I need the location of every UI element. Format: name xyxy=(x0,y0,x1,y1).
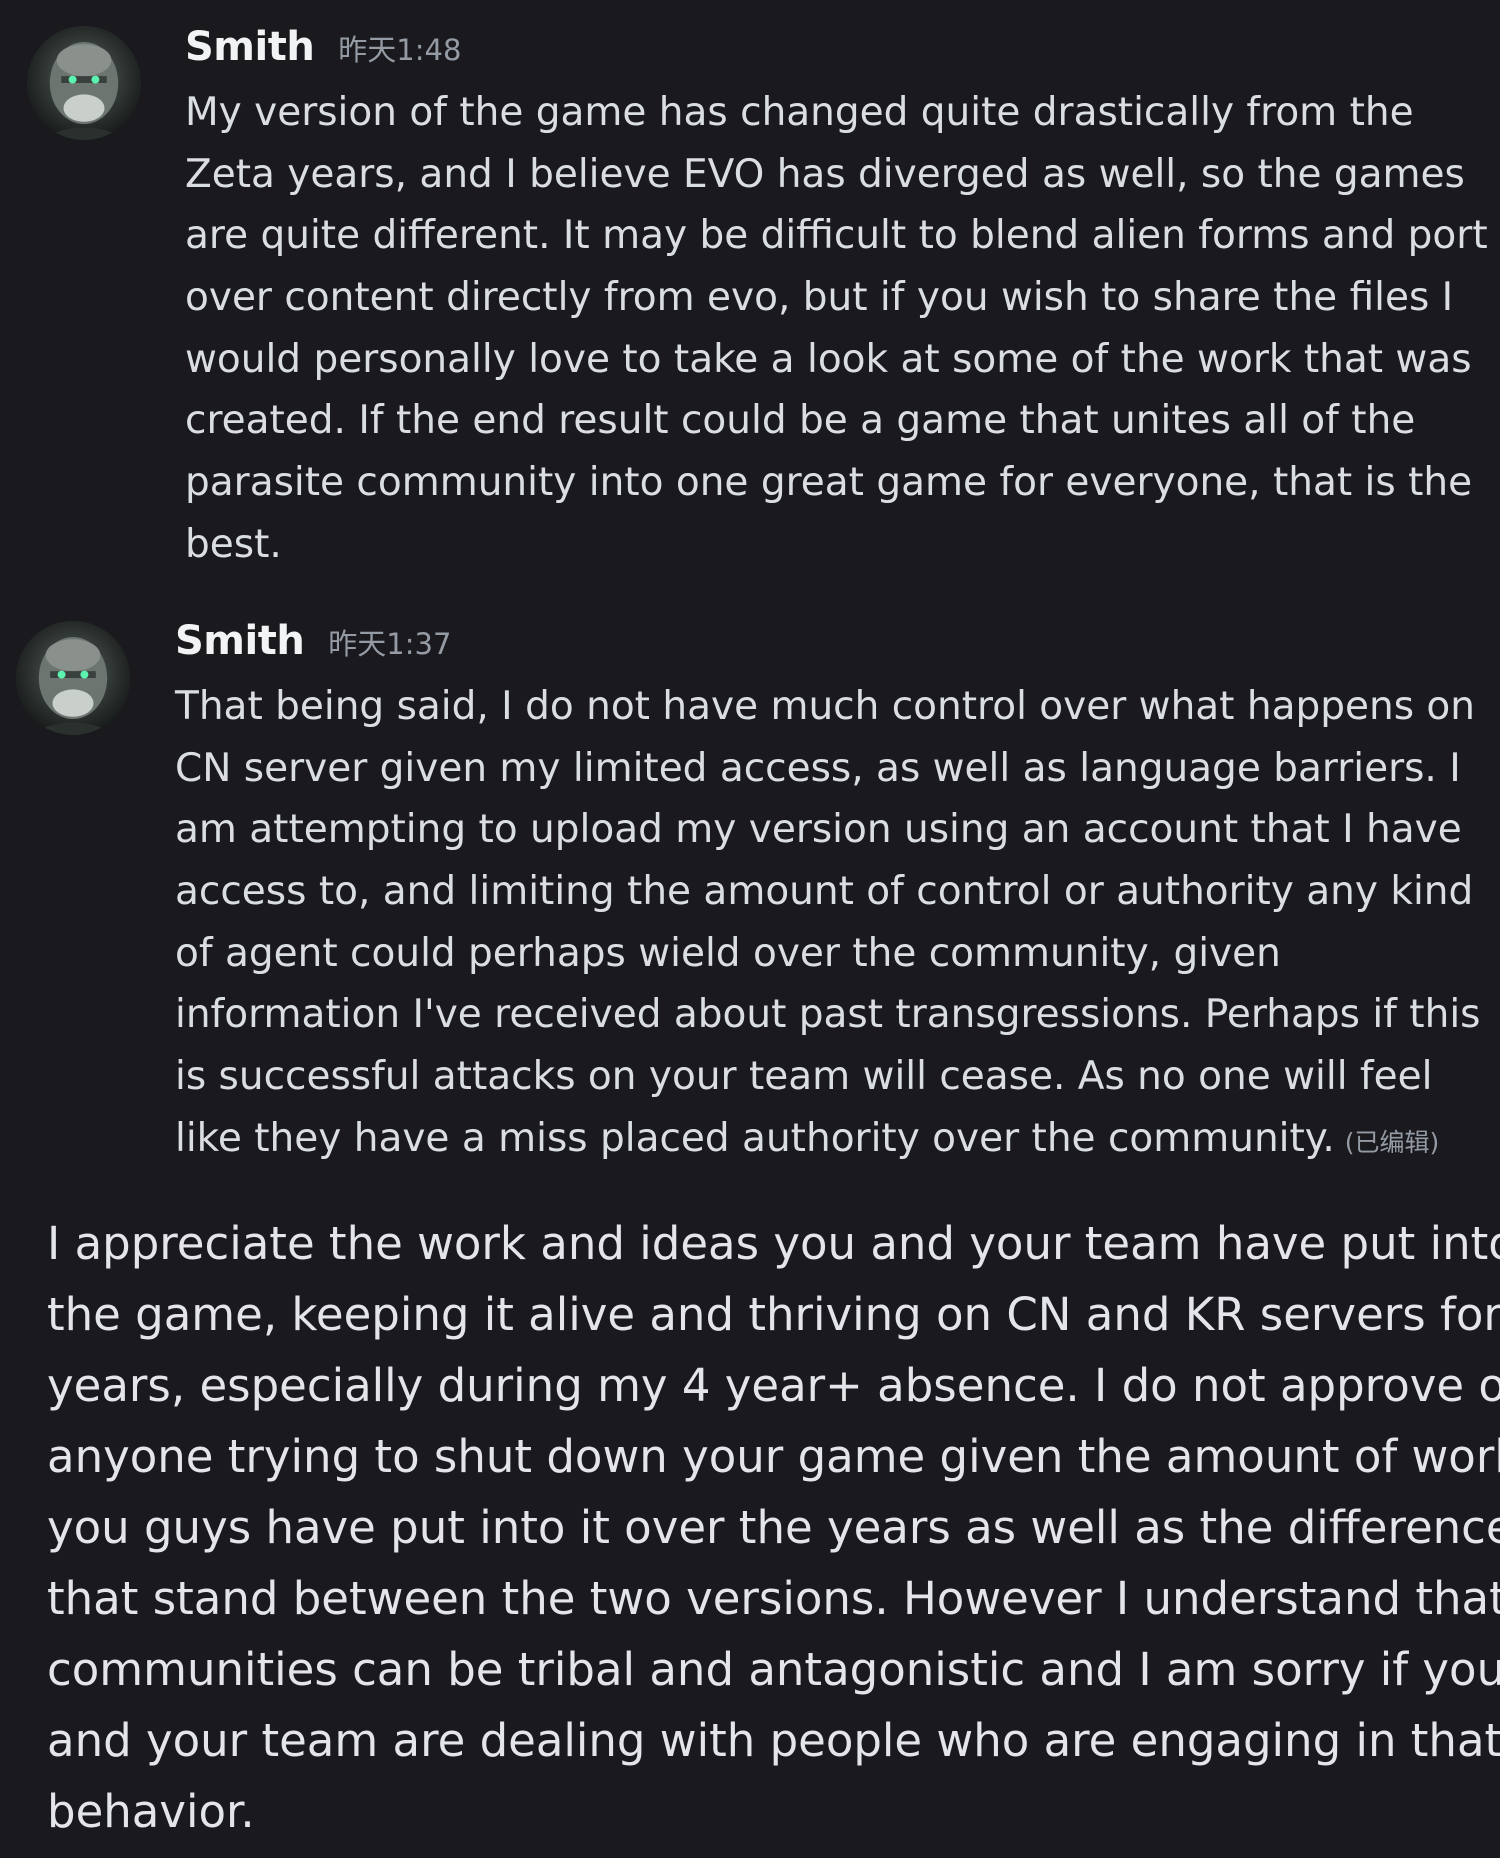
timestamp[interactable]: 昨天1:48 xyxy=(338,27,461,69)
quote-line: communities can be tribal and antagonist… xyxy=(47,1643,1500,1696)
username[interactable]: Smith xyxy=(175,618,305,664)
quote-line: the game, keeping it alive and thriving … xyxy=(47,1288,1500,1341)
message-line: like they have a miss placed authority o… xyxy=(175,1108,1480,1170)
message-line: are quite different. It may be difficult… xyxy=(185,213,1488,259)
message-line: CN server given my limited access, as we… xyxy=(175,745,1461,791)
message-header: Smith 昨天1:48 xyxy=(185,24,461,70)
message-line: would personally love to take a look at … xyxy=(185,336,1472,382)
quote-line: anyone trying to shut down your game giv… xyxy=(47,1430,1500,1483)
message-line: is successful attacks on your team will … xyxy=(175,1054,1433,1100)
message-header: Smith 昨天1:37 xyxy=(175,618,451,664)
quote-line: that stand between the two versions. How… xyxy=(47,1572,1500,1625)
quote-line: you guys have put into it over the years… xyxy=(47,1501,1500,1554)
message-line: over content directly from evo, but if y… xyxy=(185,275,1454,321)
avatar-icon xyxy=(16,621,130,735)
message-line: My version of the game has changed quite… xyxy=(185,90,1414,135)
message-line: Zeta years, and I believe EVO has diverg… xyxy=(185,151,1465,197)
avatar-icon xyxy=(27,26,141,140)
username[interactable]: Smith xyxy=(185,24,315,70)
message-line: am attempting to upload my version using… xyxy=(175,807,1462,853)
quote-block: I appreciate the work and ideas you and … xyxy=(47,1208,1500,1847)
message-content: My version of the game has changed quite… xyxy=(185,82,1488,576)
avatar[interactable] xyxy=(27,26,141,140)
avatar[interactable] xyxy=(16,621,130,735)
quote-line: behavior. xyxy=(47,1785,255,1838)
quote-line: and your team are dealing with people wh… xyxy=(47,1714,1500,1767)
message-line: created. If the end result could be a ga… xyxy=(185,398,1416,444)
timestamp[interactable]: 昨天1:37 xyxy=(328,621,451,663)
message-line: access to, and limiting the amount of co… xyxy=(175,869,1474,915)
message-line: parasite community into one great game f… xyxy=(185,460,1473,506)
message-line: information I've received about past tra… xyxy=(175,992,1481,1038)
message-line: That being said, I do not have much cont… xyxy=(175,684,1476,729)
message-line: of agent could perhaps wield over the co… xyxy=(175,930,1281,976)
message-line-text: like they have a miss placed authority o… xyxy=(175,1115,1335,1161)
quote-line: I appreciate the work and ideas you and … xyxy=(47,1217,1500,1270)
quote-line: years, especially during my 4 year+ abse… xyxy=(47,1359,1500,1412)
message-content: That being said, I do not have much cont… xyxy=(175,676,1480,1170)
message-line: best. xyxy=(185,521,282,567)
edited-label: (已编辑) xyxy=(1344,1127,1440,1157)
